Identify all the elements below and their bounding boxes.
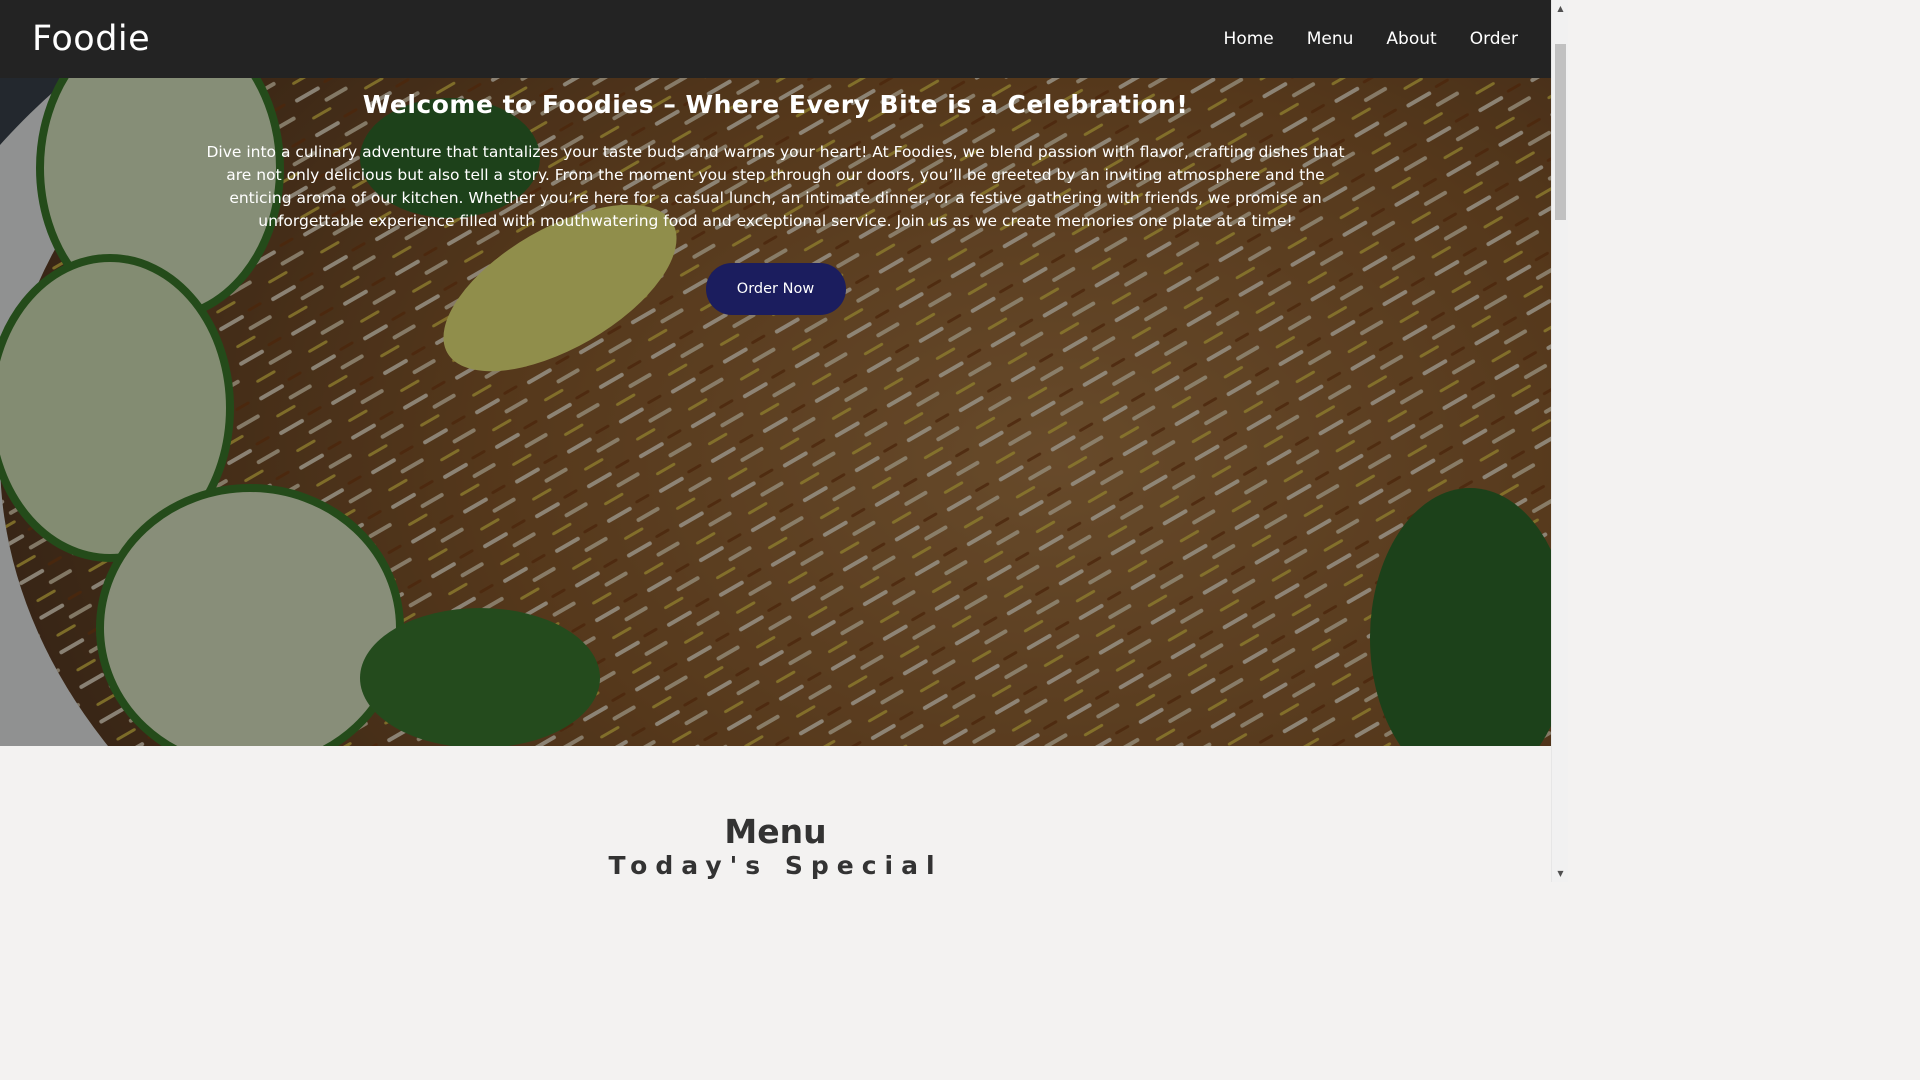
nav-link-order[interactable]: Order — [1470, 29, 1518, 49]
hero-description: Dive into a culinary adventure that tant… — [206, 143, 1345, 230]
triangle-down-icon[interactable]: ▼ — [1552, 865, 1569, 882]
vertical-scrollbar[interactable]: ▲ ▼ — [1551, 0, 1568, 882]
menu-title: Menu — [724, 812, 827, 851]
hero-title: Welcome to Foodies – Where Every Bite is… — [362, 90, 1189, 119]
top-navbar: Foodie Home Menu About Order — [0, 0, 1551, 78]
order-now-button[interactable]: Order Now — [705, 263, 846, 315]
nav-link-menu[interactable]: Menu — [1307, 29, 1354, 49]
hero-section: Welcome to Foodies – Where Every Bite is… — [0, 78, 1551, 746]
triangle-up-icon[interactable]: ▲ — [1552, 0, 1569, 17]
todays-special-subtitle: Today's Special — [608, 851, 943, 880]
hero-content: Welcome to Foodies – Where Every Bite is… — [0, 78, 1551, 315]
nav-link-home[interactable]: Home — [1224, 29, 1274, 49]
nav-links: Home Menu About Order — [1224, 29, 1518, 49]
scrollbar-thumb[interactable] — [1555, 44, 1566, 220]
menu-section: Menu Today's Special — [0, 746, 1551, 882]
nav-link-about[interactable]: About — [1386, 29, 1436, 49]
brand-logo[interactable]: Foodie — [32, 19, 150, 59]
